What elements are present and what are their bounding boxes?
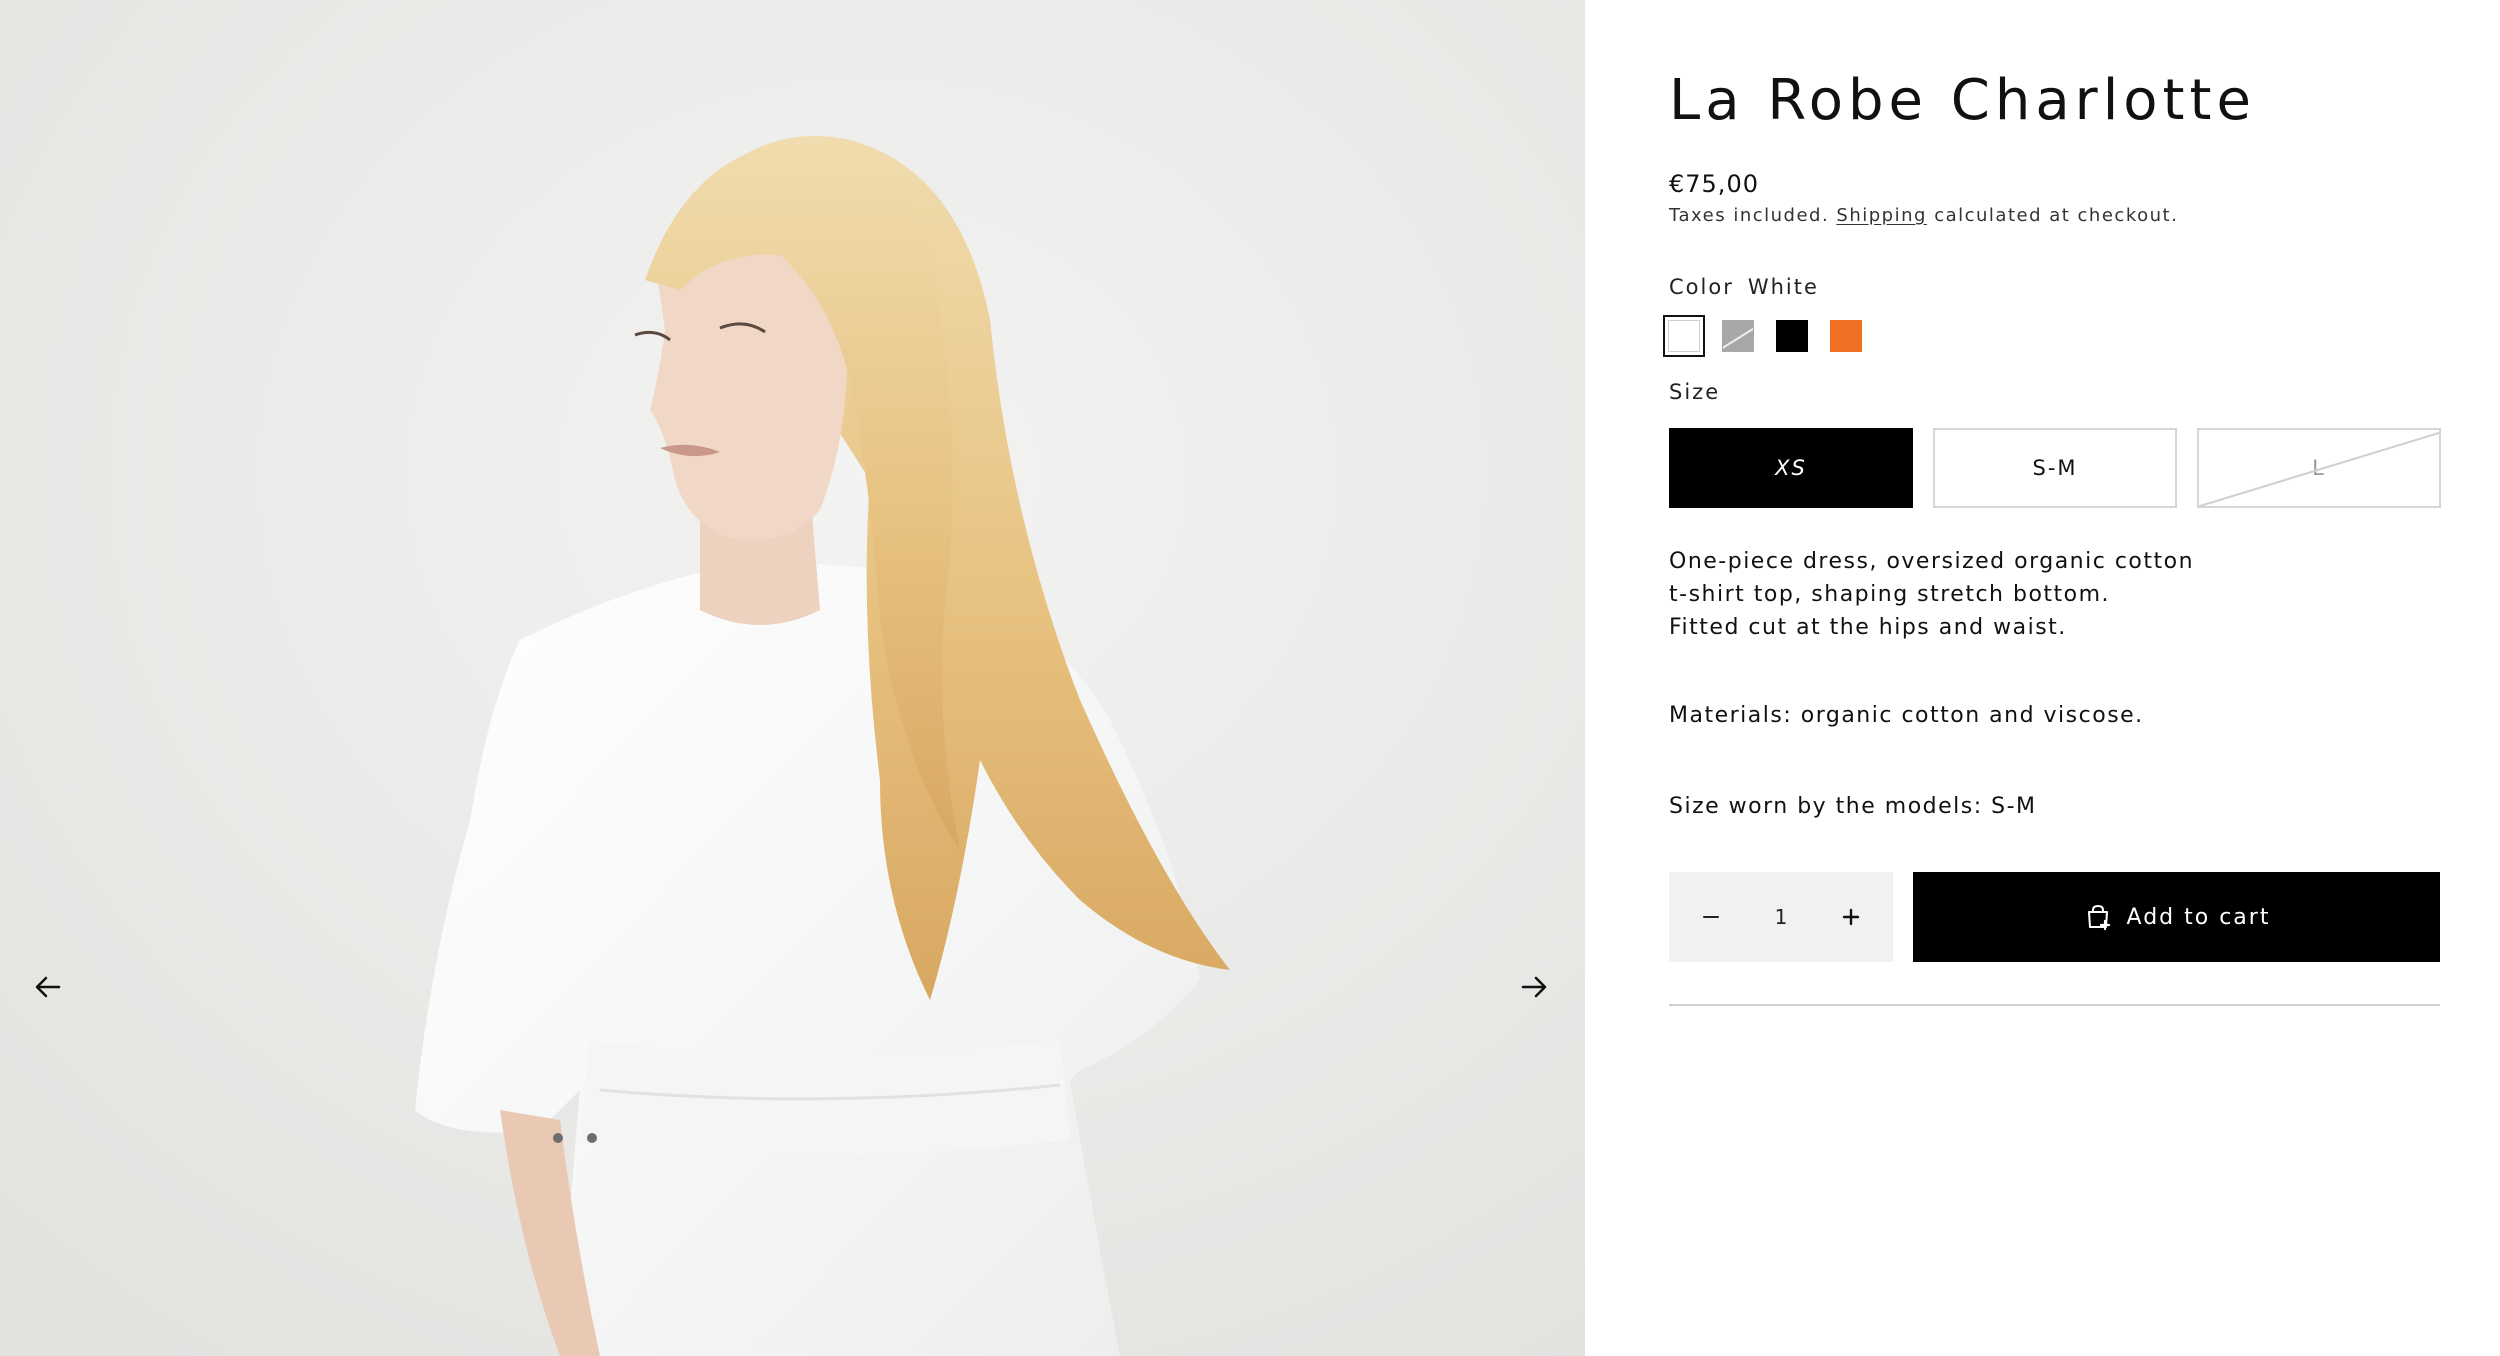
- product-page: La Robe Charlotte €75,00 Taxes included.…: [0, 0, 2500, 1356]
- color-label-text: Color: [1669, 275, 1734, 299]
- color-selected-value: White: [1747, 275, 1819, 299]
- swatch-grey-chip: [1722, 320, 1754, 352]
- description-line: Fitted cut at the hips and waist.: [1669, 615, 2067, 640]
- model-size-note: Size worn by the models: S-M: [1669, 794, 2037, 819]
- color-label: Color White: [1669, 275, 1819, 299]
- description-line: One-piece dress, oversized organic cotto…: [1669, 549, 2195, 574]
- swatch-white-chip: [1668, 320, 1700, 352]
- swatch-grey[interactable]: [1717, 315, 1759, 357]
- shopping-bag-plus-icon: [2087, 904, 2110, 931]
- plus-icon: [1842, 908, 1860, 926]
- tax-note-suffix: calculated at checkout.: [1934, 205, 2179, 226]
- swatch-white[interactable]: [1663, 315, 1705, 357]
- quantity-input[interactable]: [1751, 905, 1811, 929]
- quantity-decrease-button[interactable]: [1691, 897, 1731, 937]
- description-line: t-shirt top, shaping stretch bottom.: [1669, 582, 2111, 607]
- swatch-black[interactable]: [1771, 315, 1813, 357]
- product-photo: [0, 0, 1585, 1356]
- size-option-label: XS: [1775, 456, 1807, 480]
- quantity-increase-button[interactable]: [1831, 897, 1871, 937]
- tax-note: Taxes included. Shipping calculated at c…: [1669, 205, 2178, 226]
- size-option-xs[interactable]: XS: [1669, 428, 1913, 508]
- divider: [1669, 1004, 2440, 1006]
- product-description: One-piece dress, oversized organic cotto…: [1669, 545, 2369, 644]
- product-gallery: [0, 0, 1585, 1356]
- product-info: La Robe Charlotte €75,00 Taxes included.…: [1663, 0, 2441, 1356]
- product-price: €75,00: [1669, 170, 1759, 198]
- size-options: XS S-M L: [1669, 428, 2441, 508]
- minus-icon: [1703, 916, 1719, 918]
- add-to-cart-label: Add to cart: [2126, 904, 2271, 930]
- size-option-s-m[interactable]: S-M: [1933, 428, 2177, 508]
- shipping-link[interactable]: Shipping: [1836, 205, 1927, 226]
- gallery-prev-button[interactable]: [16, 955, 80, 1019]
- swatch-orange-chip: [1830, 320, 1862, 352]
- color-swatches: [1663, 315, 1867, 357]
- product-title: La Robe Charlotte: [1669, 68, 2256, 133]
- size-option-label: S-M: [2032, 456, 2078, 480]
- swatch-black-chip: [1776, 320, 1808, 352]
- add-to-cart-button[interactable]: Add to cart: [1913, 872, 2440, 962]
- tax-note-prefix: Taxes included.: [1669, 205, 1830, 226]
- product-materials: Materials: organic cotton and viscose.: [1669, 703, 2144, 728]
- arrow-left-icon: [35, 976, 61, 998]
- sold-out-strike: [2199, 430, 2439, 506]
- size-label: Size: [1669, 380, 1721, 404]
- swatch-orange[interactable]: [1825, 315, 1867, 357]
- gallery-next-button[interactable]: [1502, 955, 1566, 1019]
- quantity-stepper: [1669, 872, 1893, 962]
- arrow-right-icon: [1521, 976, 1547, 998]
- size-option-l[interactable]: L: [2197, 428, 2441, 508]
